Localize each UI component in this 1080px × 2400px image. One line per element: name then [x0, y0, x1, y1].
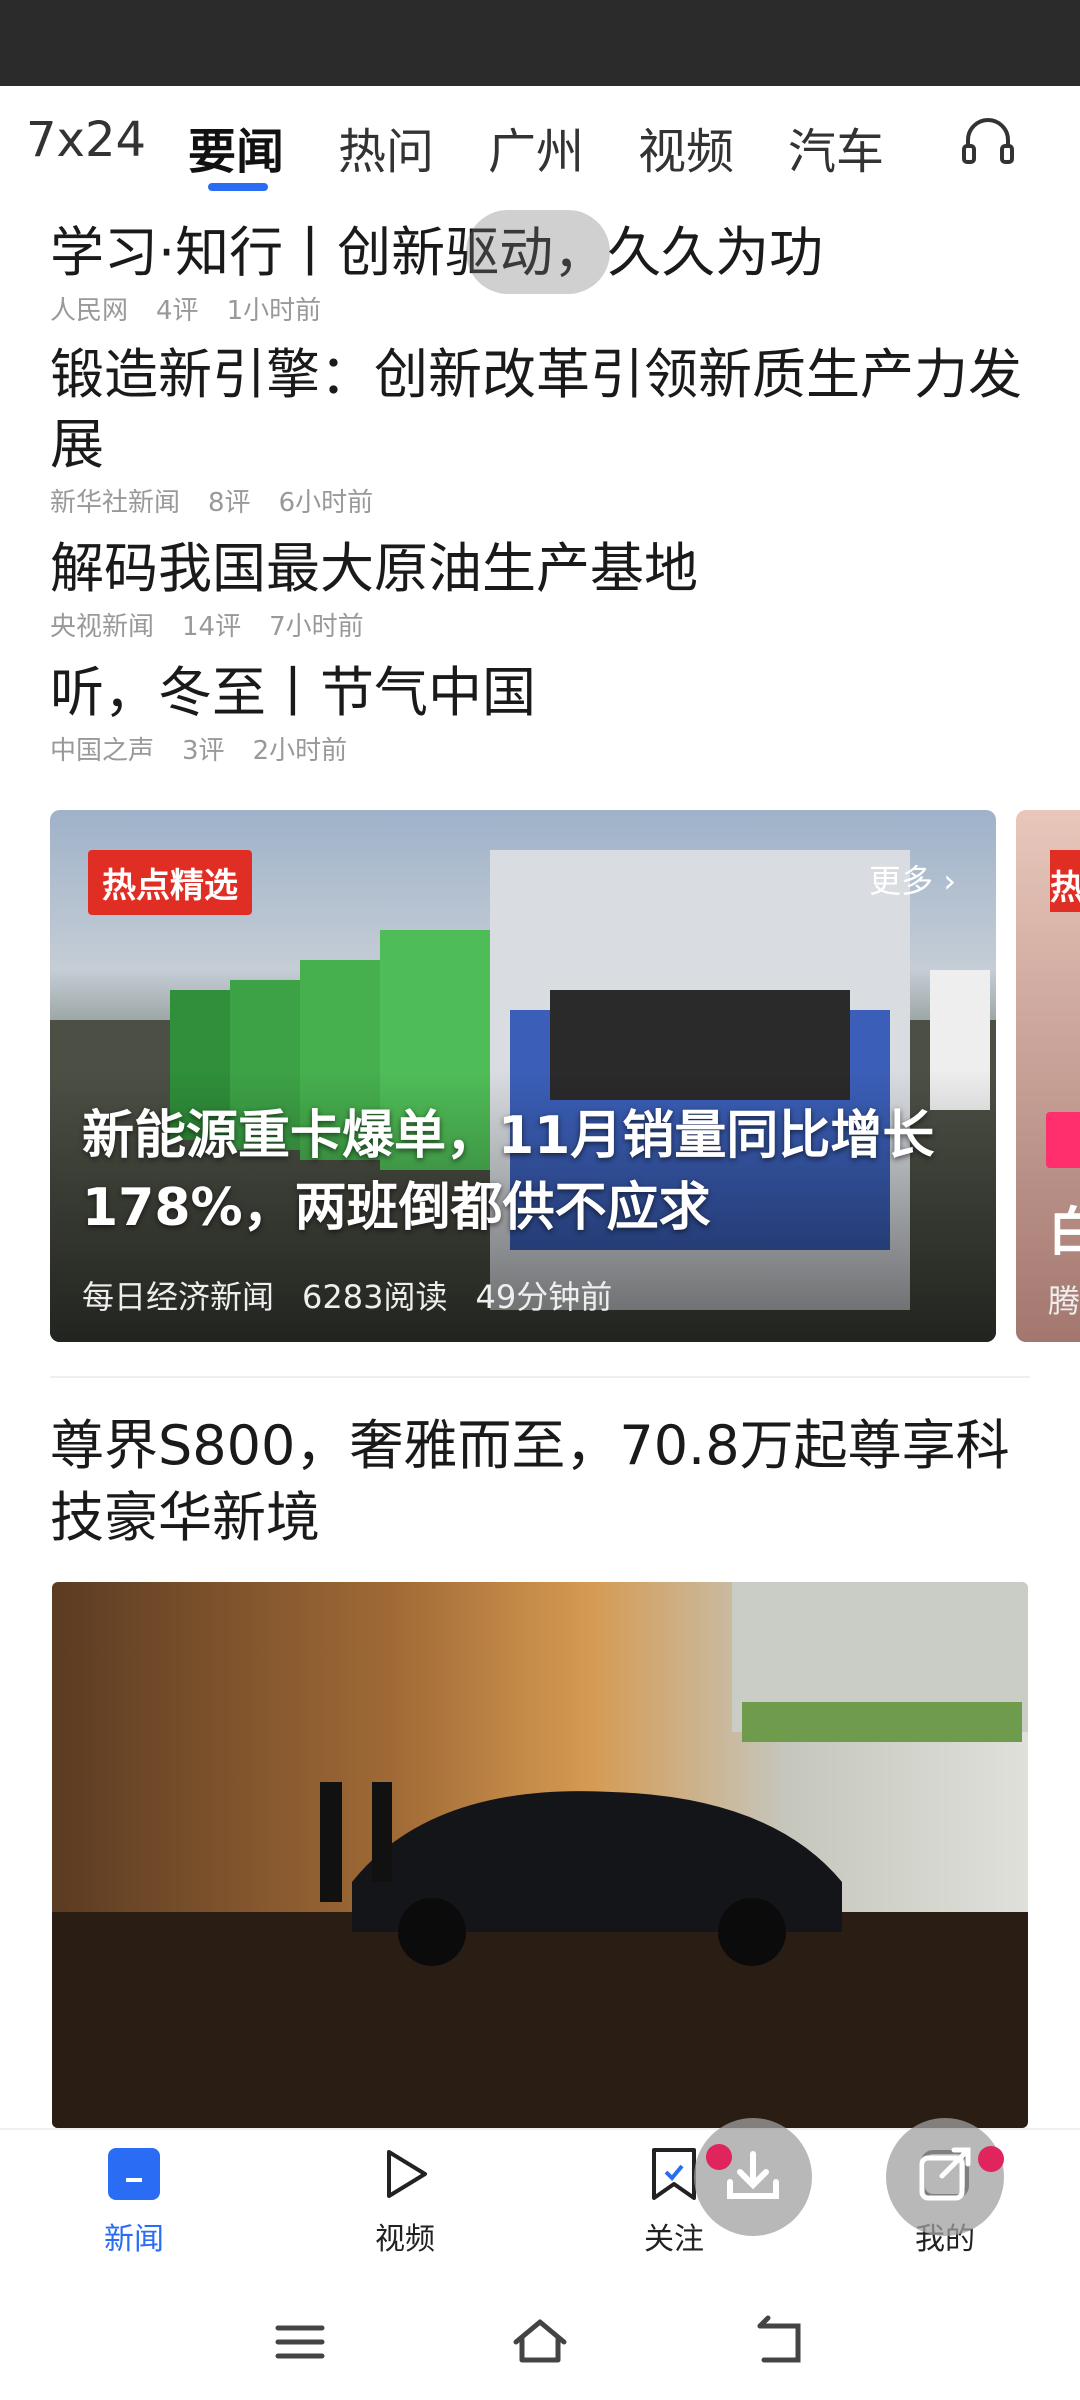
ad-car-image[interactable]	[52, 1582, 1028, 2128]
tab-headlines[interactable]: 要闻	[188, 112, 284, 182]
featured-meta: 每日经济新闻 6283阅读 49分钟前	[82, 1272, 640, 1318]
headphones-icon[interactable]	[958, 110, 1018, 170]
news-icon	[108, 2148, 160, 2200]
news-meta: 新华社新闻 8评 6小时前	[50, 482, 1030, 519]
news-comments: 3评	[182, 736, 225, 766]
news-title: 听，冬至丨节气中国	[50, 661, 536, 724]
news-source: 中国之声	[50, 736, 155, 766]
menu-icon[interactable]	[270, 2312, 330, 2372]
news-comments: 4评	[156, 296, 199, 326]
active-tab-indicator	[208, 183, 268, 191]
news-item[interactable]: 解码我国最大原油生产基地 央视新闻 14评 7小时前	[50, 534, 1030, 643]
notification-dot	[706, 2144, 732, 2170]
next-card-badge	[1046, 1112, 1080, 1168]
news-meta: 中国之声 3评 2小时前	[50, 730, 1030, 767]
drag-handle[interactable]	[466, 210, 610, 294]
nav-video[interactable]: 视频	[345, 2144, 465, 2258]
news-time: 1小时前	[226, 296, 322, 326]
next-card-tag: 热	[1050, 850, 1080, 912]
news-title: 解码我国最大原油生产基地	[50, 537, 698, 600]
download-float-button[interactable]	[694, 2118, 812, 2236]
external-link-icon	[919, 2147, 971, 2201]
tab-video[interactable]: 视频	[638, 112, 734, 182]
news-source: 人民网	[50, 296, 129, 326]
more-link[interactable]: 更多 ›	[869, 856, 956, 902]
car-photo	[52, 1582, 1028, 2128]
notification-dot	[978, 2146, 1004, 2172]
featured-title: 新能源重卡爆单，11月销量同比增长178%，两班倒都供不应求	[82, 1106, 935, 1238]
more-label: 更多	[869, 862, 934, 900]
next-card-title: 白	[1048, 1203, 1080, 1263]
news-source: 新华社新闻	[50, 488, 181, 518]
news-source: 央视新闻	[50, 612, 155, 642]
play-icon	[387, 2150, 427, 2198]
nav-label: 视频	[375, 2222, 435, 2257]
tab-7x24[interactable]: 7x24	[26, 112, 146, 168]
news-time: 2小时前	[252, 736, 348, 766]
news-comments: 8评	[208, 488, 251, 518]
featured-time: 49分钟前	[475, 1278, 613, 1316]
news-meta: 央视新闻 14评 7小时前	[50, 606, 1030, 643]
news-comments: 14评	[182, 612, 242, 642]
status-bar	[0, 0, 1080, 86]
news-meta: 人民网 4评 1小时前	[50, 290, 1030, 327]
tab-guangzhou[interactable]: 广州	[488, 112, 584, 182]
news-title: 锻造新引擎：创新改革引领新质生产力发展	[50, 343, 1022, 476]
featured-reads: 6283阅读	[302, 1278, 448, 1316]
back-icon[interactable]	[750, 2312, 810, 2372]
news-item[interactable]: 听，冬至丨节气中国 中国之声 3评 2小时前	[50, 658, 1030, 767]
home-icon[interactable]	[510, 2312, 570, 2372]
share-float-button[interactable]	[886, 2118, 1004, 2236]
featured-tag: 热点精选	[88, 850, 252, 915]
divider	[50, 1376, 1030, 1378]
next-featured-card[interactable]: 热 白 腾	[1016, 810, 1080, 1342]
tab-hot-questions[interactable]: 热问	[338, 112, 434, 182]
tab-auto[interactable]: 汽车	[788, 112, 884, 182]
ad-title[interactable]: 尊界S800，奢雅而至，70.8万起尊享科技豪华新境	[50, 1410, 1030, 1554]
next-card-source: 腾	[1048, 1282, 1080, 1320]
news-item[interactable]: 锻造新引擎：创新改革引领新质生产力发展 新华社新闻 8评 6小时前	[50, 340, 1030, 519]
featured-source: 每日经济新闻	[82, 1278, 275, 1316]
nav-label: 新闻	[104, 2222, 164, 2257]
news-time: 7小时前	[269, 612, 364, 642]
news-time: 6小时前	[278, 488, 374, 518]
download-icon	[727, 2151, 779, 2199]
nav-news[interactable]: 新闻	[74, 2144, 194, 2258]
featured-card[interactable]: 热点精选 更多 › 新能源重卡爆单，11月销量同比增长178%，两班倒都供不应求…	[50, 810, 996, 1342]
